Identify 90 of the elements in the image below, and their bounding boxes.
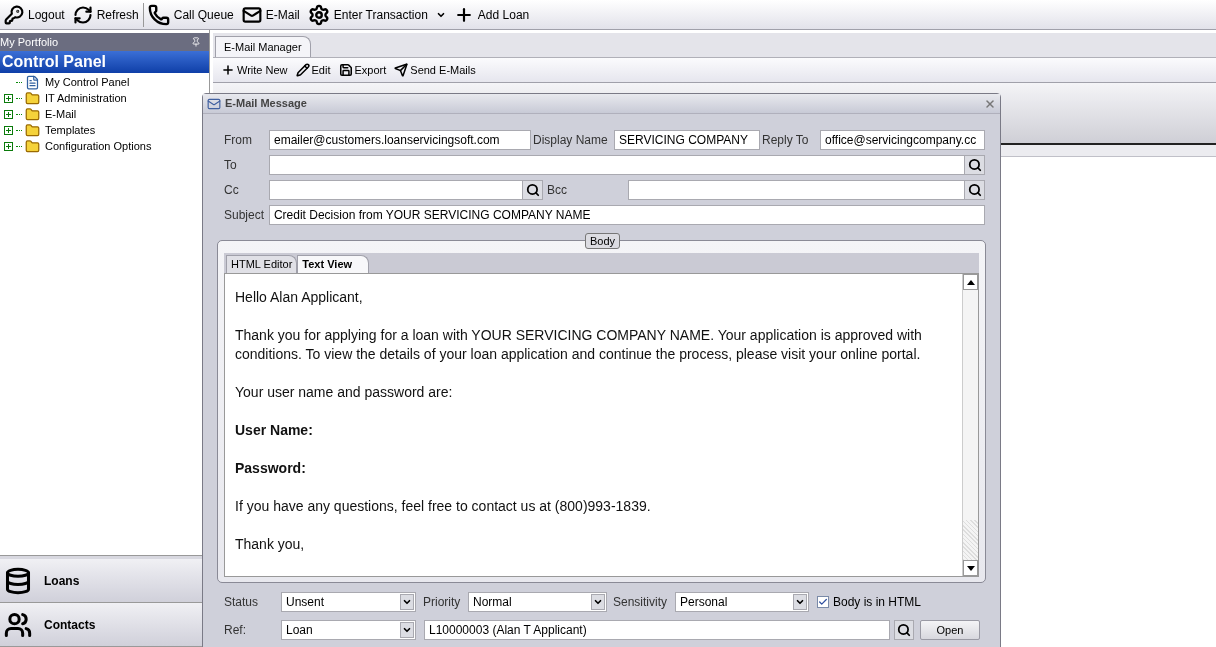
people-icon — [4, 610, 32, 639]
gear-icon — [307, 3, 330, 26]
field-label: Status — [224, 594, 260, 611]
input-field[interactable]: office@servicingcompany.cc — [820, 130, 985, 150]
body-paragraph: Your user name and password are: — [235, 383, 454, 402]
input-field[interactable]: Credit Decision from YOUR SERVICING COMPANY NAME — [268, 205, 985, 225]
search-button[interactable] — [522, 181, 542, 199]
caret-icon — [795, 597, 805, 607]
toolbar-button[interactable]: E-Mail — [237, 1, 304, 28]
body-paragraph: Thank you, — [235, 535, 306, 554]
input-field[interactable]: emailer@customers.loanservicingsoft.com — [269, 130, 531, 150]
field-label: Cc — [224, 182, 240, 199]
document-tab[interactable]: E-Mail Manager — [215, 36, 311, 57]
input-field[interactable]: SERVICING COMPANY — [614, 130, 760, 150]
toolbar-button[interactable]: Write New — [221, 61, 288, 79]
expand-toggle-icon[interactable] — [4, 93, 13, 103]
field-label: Display Name — [533, 132, 609, 149]
send-icon — [394, 63, 409, 77]
body-paragraph: Thank you for applying for a loan with YOUR SERVICING COMPANY NAME. Your application is approved with conditions. To view the details of your loan application and continue the process, please visit your online portal. — [235, 326, 923, 364]
toolbar-button[interactable]: Call Queue — [143, 1, 238, 28]
group-legend: Body — [585, 233, 621, 249]
field-label: Sensitivity — [612, 594, 669, 611]
toolbar-button[interactable]: Send E-Mails — [394, 61, 476, 79]
dropdown[interactable]: Unsent — [281, 592, 416, 612]
field-label: Bcc — [547, 182, 568, 199]
database-icon — [4, 566, 32, 595]
pin-icon[interactable] — [191, 37, 201, 47]
expand-toggle-icon[interactable] — [4, 125, 13, 135]
search-icon — [967, 158, 982, 172]
input-field[interactable] — [628, 180, 985, 200]
toolbar-button[interactable]: Export — [338, 61, 387, 79]
folder-icon — [25, 90, 40, 106]
search-icon — [897, 623, 911, 637]
window-icon — [207, 96, 221, 111]
body-paragraph: User Name: — [235, 421, 314, 440]
dropdown[interactable]: Loan — [281, 620, 416, 640]
page-icon — [25, 74, 40, 90]
folder-icon — [25, 122, 40, 138]
search-icon — [967, 183, 982, 197]
field-label: Reply To — [762, 132, 810, 149]
folder-icon — [25, 138, 40, 154]
field-label: Ref: — [224, 622, 247, 639]
toolbar-button[interactable]: Logout — [0, 1, 69, 28]
input-field[interactable]: L10000003 (Alan T Applicant) — [424, 620, 890, 640]
input-field[interactable] — [268, 155, 985, 175]
editor-tab[interactable]: HTML Editor — [226, 255, 298, 273]
field-label: Priority — [422, 594, 462, 611]
dropdown[interactable]: Normal — [468, 592, 607, 612]
tree-item[interactable]: E-Mail — [45, 105, 77, 123]
expand-toggle-icon[interactable] — [4, 109, 13, 119]
dropdown[interactable]: Personal — [675, 592, 809, 612]
toolbar-button[interactable]: Enter Transaction — [303, 1, 432, 28]
tree-item[interactable]: Configuration Options — [45, 137, 152, 155]
field-label: Subject — [224, 207, 266, 224]
caret-icon — [402, 597, 412, 607]
open-button[interactable]: Open — [920, 620, 980, 640]
toolbar-button[interactable]: Edit — [295, 61, 331, 79]
body-paragraph: Password: — [235, 459, 307, 478]
search-icon — [525, 183, 540, 197]
checkbox-label: Body is in HTML — [833, 594, 922, 611]
tree-item[interactable]: Templates — [45, 121, 96, 139]
scrollbar[interactable] — [962, 274, 978, 576]
checkbox[interactable] — [817, 596, 829, 608]
expand-toggle-icon[interactable] — [4, 141, 13, 151]
caret-icon — [593, 597, 603, 607]
toolbar-button[interactable]: Add Loan — [449, 1, 534, 28]
envelope-icon — [241, 4, 262, 25]
dialog-title: E-Mail Message — [225, 96, 308, 112]
close-icon[interactable] — [984, 97, 996, 110]
toolbar-button[interactable]: Refresh — [68, 1, 143, 28]
field-label: From — [224, 132, 253, 149]
panel-title: My Portfolio — [0, 34, 59, 50]
body-paragraph: If you have any questions, feel free to contact us at (800)993-1839. — [235, 497, 652, 516]
search-button[interactable] — [894, 620, 914, 640]
input-field[interactable] — [269, 180, 543, 200]
search-button[interactable] — [964, 156, 984, 174]
search-button[interactable] — [964, 181, 984, 199]
caret-icon — [402, 625, 412, 635]
pencil-icon — [295, 63, 310, 77]
phone-icon — [147, 3, 170, 26]
tree-item[interactable]: My Control Panel — [45, 73, 130, 91]
tree-item[interactable]: IT Administration — [45, 89, 127, 107]
folder-icon — [25, 106, 40, 122]
key-icon — [4, 4, 24, 25]
refresh-icon — [72, 4, 93, 25]
plus-icon — [221, 63, 235, 77]
section-title: Control Panel — [2, 52, 106, 72]
field-label: To — [224, 157, 238, 174]
editor-tab[interactable]: Text View — [297, 255, 370, 273]
body-paragraph: Hello Alan Applicant, — [235, 288, 364, 307]
